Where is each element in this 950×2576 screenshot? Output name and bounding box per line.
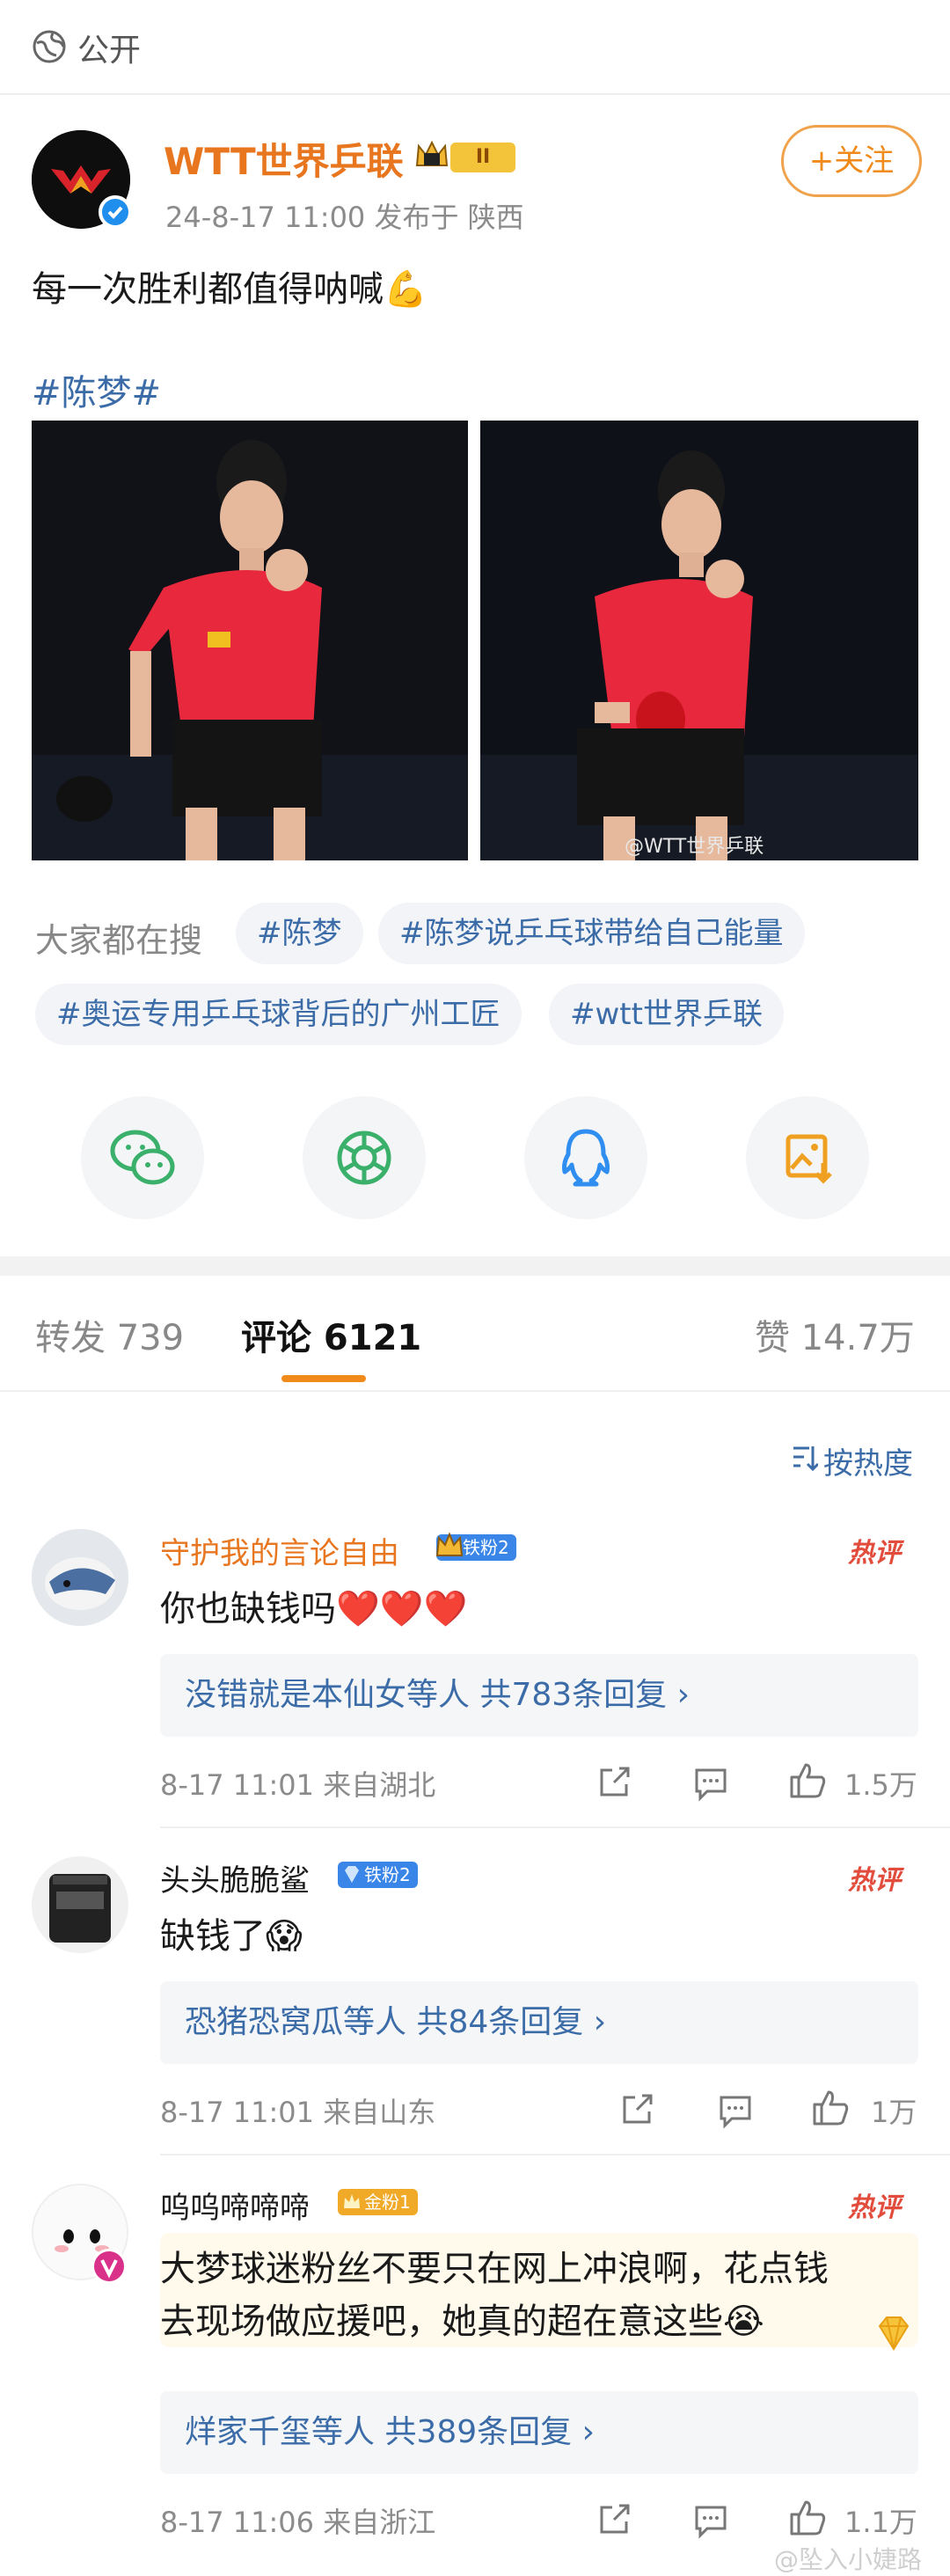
commenter-name[interactable]: 呜呜啼啼啼 [160,2184,310,2227]
hot-comment-tag: 热评 [848,1538,901,1569]
post-text: 每一次胜利都值得呐喊💪 [32,269,428,310]
comment-replies[interactable]: 没错就是本仙女等人 共783条回复 › [160,1654,918,1737]
tab-likes[interactable]: 赞 14.7万 [755,1309,915,1360]
comment-icon[interactable] [691,1763,730,1802]
comment-avatar[interactable] [32,1856,128,1953]
like-count: 1.5万 [844,1768,917,1802]
visibility-bar: 公开 [0,0,950,95]
repost-icon[interactable] [618,2090,656,2129]
share-moments-button[interactable] [303,1096,426,1219]
share-wechat-button[interactable] [81,1096,204,1219]
comment-icon[interactable] [716,2090,755,2129]
visibility-label: 公开 [77,33,142,69]
bottom-watermark: @坠入小婕路 [774,2545,923,2574]
search-suggest-label: 大家都在搜 [35,921,203,960]
diamond-icon [345,1866,359,1883]
search-chip[interactable]: #陈梦 [236,903,363,964]
search-chip[interactable]: #奥运专用乒乓球背后的广州工匠 [35,984,522,1045]
search-chip[interactable]: #wtt世界乒联 [549,984,784,1045]
globe-icon [33,30,66,63]
photo-watermark: @WTT世界乒联 [625,836,764,858]
share-qq-button[interactable] [524,1096,647,1219]
comment-text-line: 大梦球迷粉丝不要只在网上冲浪啊，花点钱 [160,2249,829,2289]
post-photo-2[interactable] [480,421,918,860]
tab-repost[interactable]: 转发 739 [35,1309,184,1360]
comment-text-line: 去现场做应援吧，她真的超在意这些😭 [160,2302,764,2342]
crown-icon [415,140,449,166]
gold-crown-icon [344,2194,360,2208]
follow-button[interactable]: +关注 [781,125,922,197]
qq-icon [562,1129,610,1187]
comment-meta: 8-17 11:06 来自浙江 [160,2506,436,2539]
comment-meta: 8-17 11:01 来自山东 [160,2096,436,2129]
comment-icon[interactable] [691,2500,730,2539]
tab-divider [0,1390,950,1392]
like-icon[interactable] [809,2087,851,2129]
like-count: 1万 [871,2096,917,2129]
save-image-button[interactable] [746,1096,869,1219]
author-name[interactable]: WTT世界乒联 [164,132,404,186]
post-hashtag[interactable]: #陈梦# [32,364,161,415]
post-meta: 24-8-17 11:00 发布于 陕西 [165,201,524,234]
commenter-name[interactable]: 守护我的言论自由 [160,1529,399,1572]
comment-replies[interactable]: 烊家千玺等人 共389条回复 › [160,2391,918,2474]
hot-comment-tag: 热评 [848,2192,901,2223]
section-divider [0,1256,950,1276]
active-tab-indicator [281,1375,366,1382]
tab-comments[interactable]: 评论 6121 [241,1309,421,1360]
crown-badge-icon [435,1532,464,1556]
search-chip[interactable]: #陈梦说乒乓球带给自己能量 [378,903,805,964]
repost-icon[interactable] [595,2500,633,2539]
comment-meta: 8-17 11:01 来自湖北 [160,1768,436,1802]
save-image-icon [786,1134,832,1184]
hot-comment-tag: 热评 [848,1865,901,1896]
moments-icon [337,1131,391,1185]
repost-icon[interactable] [595,1763,633,1802]
comment-separator [160,2154,950,2155]
vip-v-badge-icon [91,2249,127,2284]
wechat-icon [110,1130,175,1185]
comment-text: 缺钱了😱 [160,1916,303,1957]
verified-badge-icon [99,195,132,229]
comment-separator [160,1826,950,1828]
sort-by-hot-button[interactable]: 按热度 [823,1439,913,1482]
comment-avatar[interactable] [32,1529,128,1626]
like-icon[interactable] [786,1760,829,1802]
sort-icon [793,1446,818,1472]
level-badge: II [450,143,515,172]
gold-diamond-icon [878,2316,910,2351]
like-count: 1.1万 [844,2506,917,2539]
comment-replies[interactable]: 恐猪恐窝瓜等人 共84条回复 › [160,1981,918,2064]
post-photo-1[interactable] [32,421,468,860]
like-icon[interactable] [786,2497,829,2539]
commenter-name[interactable]: 头头脆脆鲨 [160,1856,310,1899]
comment-text: 你也缺钱吗❤️❤️❤️ [160,1589,468,1629]
